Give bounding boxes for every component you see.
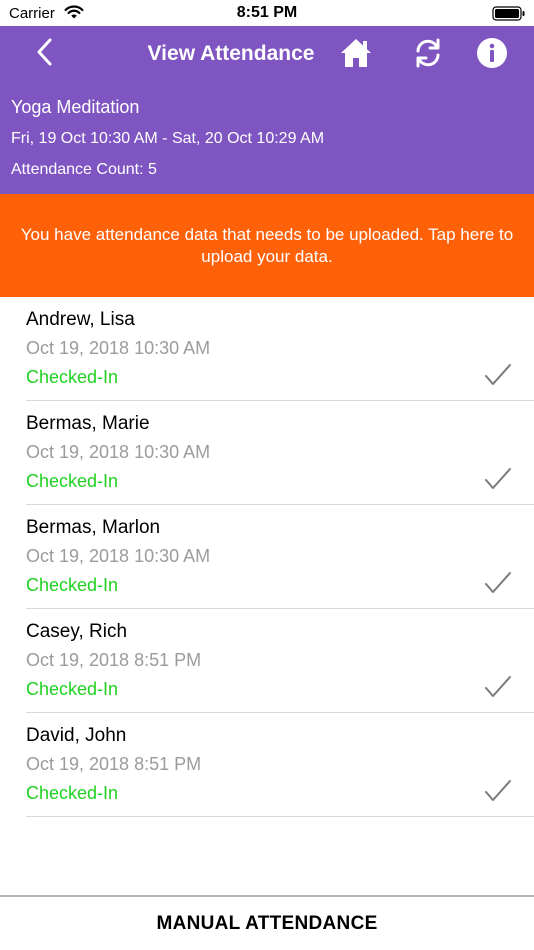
- manual-attendance-label: MANUAL ATTENDANCE: [156, 912, 378, 934]
- list-item[interactable]: Andrew, Lisa Oct 19, 2018 10:30 AM Check…: [26, 297, 534, 401]
- attendee-name: Bermas, Marie: [26, 413, 150, 434]
- attendee-time: Oct 19, 2018 8:51 PM: [26, 650, 202, 670]
- refresh-icon: [413, 38, 443, 73]
- list-item[interactable]: Bermas, Marlon Oct 19, 2018 10:30 AM Che…: [26, 505, 534, 609]
- nav-bar: View Attendance: [0, 26, 534, 84]
- attendee-name: David, John: [26, 725, 127, 746]
- attendee-status: Checked-In: [26, 575, 119, 595]
- battery-icon: [492, 6, 526, 26]
- event-dates: Fri, 19 Oct 10:30 AM - Sat, 20 Oct 10:29…: [11, 130, 325, 147]
- attendance-count: Attendance Count: 5: [11, 161, 157, 178]
- attendee-name: Andrew, Lisa: [26, 309, 135, 330]
- attendee-status: Checked-In: [26, 471, 119, 491]
- page-title: View Attendance: [147, 42, 315, 65]
- status-bar: Carrier 8:51 PM: [0, 0, 534, 26]
- status-time: 8:51 PM: [236, 4, 298, 21]
- event-header: Yoga Meditation Fri, 19 Oct 10:30 AM - S…: [0, 84, 534, 194]
- info-button[interactable]: [472, 36, 512, 74]
- list-item[interactable]: Casey, Rich Oct 19, 2018 8:51 PM Checked…: [26, 609, 534, 713]
- upload-banner[interactable]: You have attendance data that needs to b…: [0, 194, 534, 297]
- event-name: Yoga Meditation: [11, 97, 140, 117]
- home-icon: [339, 37, 373, 74]
- attendee-time: Oct 19, 2018 8:51 PM: [26, 754, 202, 774]
- checkmark-icon: [484, 571, 512, 600]
- attendee-name: Bermas, Marlon: [26, 517, 161, 538]
- attendee-status: Checked-In: [26, 783, 119, 803]
- refresh-button[interactable]: [408, 36, 448, 74]
- back-button[interactable]: [24, 34, 64, 74]
- upload-banner-message: You have attendance data that needs to b…: [20, 224, 514, 266]
- manual-attendance-button[interactable]: MANUAL ATTENDANCE: [0, 897, 534, 950]
- back-icon: [36, 38, 52, 71]
- attendee-status: Checked-In: [26, 367, 119, 387]
- list-item[interactable]: Bermas, Marie Oct 19, 2018 10:30 AM Chec…: [26, 401, 534, 505]
- attendee-name: Casey, Rich: [26, 621, 128, 642]
- checkmark-icon: [484, 779, 512, 808]
- checkmark-icon: [484, 675, 512, 704]
- attendee-status: Checked-In: [26, 679, 119, 699]
- attendee-list: Andrew, Lisa Oct 19, 2018 10:30 AM Check…: [0, 297, 534, 817]
- checkmark-icon: [484, 363, 512, 392]
- attendee-time: Oct 19, 2018 10:30 AM: [26, 338, 211, 358]
- attendee-time: Oct 19, 2018 10:30 AM: [26, 442, 211, 462]
- checkmark-icon: [484, 467, 512, 496]
- info-icon: [476, 37, 508, 74]
- list-item[interactable]: David, John Oct 19, 2018 8:51 PM Checked…: [26, 713, 534, 817]
- attendee-time: Oct 19, 2018 10:30 AM: [26, 546, 211, 566]
- home-button[interactable]: [336, 36, 376, 74]
